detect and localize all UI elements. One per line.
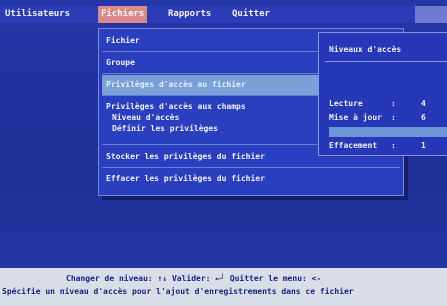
access-levels-panel: Niveaux d'accès Lecture:4 Mise à jour:6 … <box>318 32 447 156</box>
field-privileges-label: Privilèges d'accès aux champs <box>106 102 246 111</box>
access-row-sep: : <box>391 141 396 150</box>
submenu-item-access-level[interactable]: Niveau d'accès <box>112 112 179 123</box>
panel-divider <box>325 61 447 62</box>
status-key-hints: Changer de niveau: ↑↓ Valider: ←┘ Quitte… <box>66 274 322 283</box>
access-row-value: 1 <box>421 141 426 150</box>
menu-quit[interactable]: Quitter <box>229 6 273 23</box>
access-row-update[interactable]: Mise à jour: 6 <box>329 113 426 123</box>
access-row-selected[interactable] <box>329 127 447 137</box>
access-row-delete[interactable]: Effacement: 1 <box>329 141 426 151</box>
access-row-label: Lecture <box>329 99 363 108</box>
access-row-label: Effacement <box>329 141 378 150</box>
access-row-sep: : <box>391 99 396 108</box>
access-row-read[interactable]: Lecture: 4 <box>329 99 426 109</box>
access-row-label: Mise à jour <box>329 113 382 122</box>
dos-screen: Utilisateurs Fichiers Rapports Quitter F… <box>0 0 447 306</box>
access-row-value: 4 <box>421 99 426 108</box>
access-row-value: 6 <box>421 113 426 122</box>
menu-files[interactable]: Fichiers <box>98 6 148 23</box>
menu-reports[interactable]: Rapports <box>165 6 214 23</box>
submenu-item-define-privileges[interactable]: Définir les privilèges <box>112 123 218 134</box>
menu-item-clear-privileges[interactable]: Effacer les privilèges du fichier <box>102 169 400 189</box>
status-description: Spécifie un niveau d'accès pour l'ajout … <box>2 287 354 296</box>
menu-users[interactable]: Utilisateurs <box>2 6 73 23</box>
menu-bar-end-block <box>415 6 447 23</box>
access-levels-title: Niveaux d'accès <box>329 45 402 54</box>
status-bar: Changer de niveau: ↑↓ Valider: ←┘ Quitte… <box>0 268 447 306</box>
menu-bar: Utilisateurs Fichiers Rapports Quitter <box>0 6 447 23</box>
access-row-sep: : <box>391 113 396 122</box>
